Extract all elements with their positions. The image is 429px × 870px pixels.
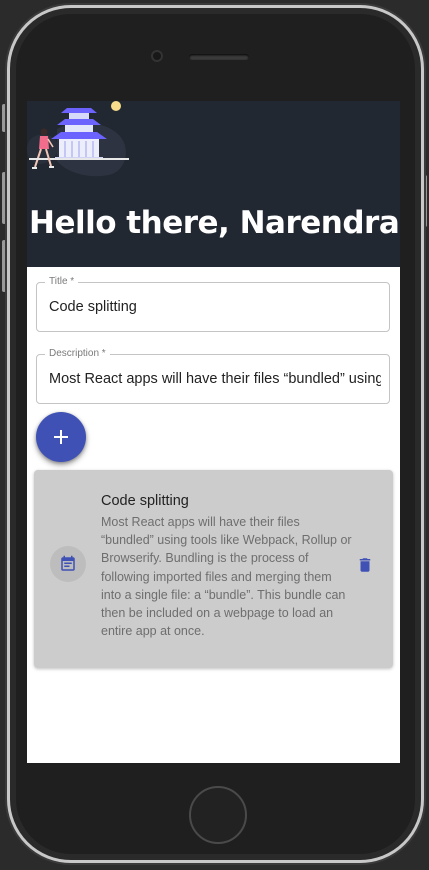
note-avatar bbox=[50, 546, 86, 582]
description-input[interactable] bbox=[49, 355, 381, 403]
greeting-heading: Hello there, Narendra! bbox=[29, 205, 400, 241]
description-field[interactable]: Description * bbox=[36, 347, 390, 404]
app-header: Hello there, Narendra! bbox=[27, 101, 400, 267]
mute-switch bbox=[2, 104, 6, 132]
title-input[interactable] bbox=[49, 283, 381, 331]
app-screen: Hello there, Narendra! Title * Descripti… bbox=[27, 101, 400, 763]
delete-note-button[interactable] bbox=[352, 551, 378, 579]
volume-up-button bbox=[2, 172, 6, 224]
title-field[interactable]: Title * bbox=[36, 275, 390, 332]
home-button[interactable] bbox=[189, 786, 247, 844]
add-note-button[interactable] bbox=[36, 412, 86, 462]
note-title: Code splitting bbox=[101, 493, 189, 509]
note-body: Most React apps will have their files “b… bbox=[101, 515, 352, 639]
note-card: Code splitting Most React apps will have… bbox=[34, 470, 393, 668]
event-note-icon bbox=[61, 555, 75, 571]
trash-icon bbox=[359, 558, 371, 572]
volume-down-button bbox=[2, 240, 6, 292]
plus-icon bbox=[54, 430, 68, 444]
front-camera bbox=[151, 50, 163, 62]
temple-illustration bbox=[27, 101, 129, 177]
earpiece-speaker bbox=[189, 54, 249, 60]
